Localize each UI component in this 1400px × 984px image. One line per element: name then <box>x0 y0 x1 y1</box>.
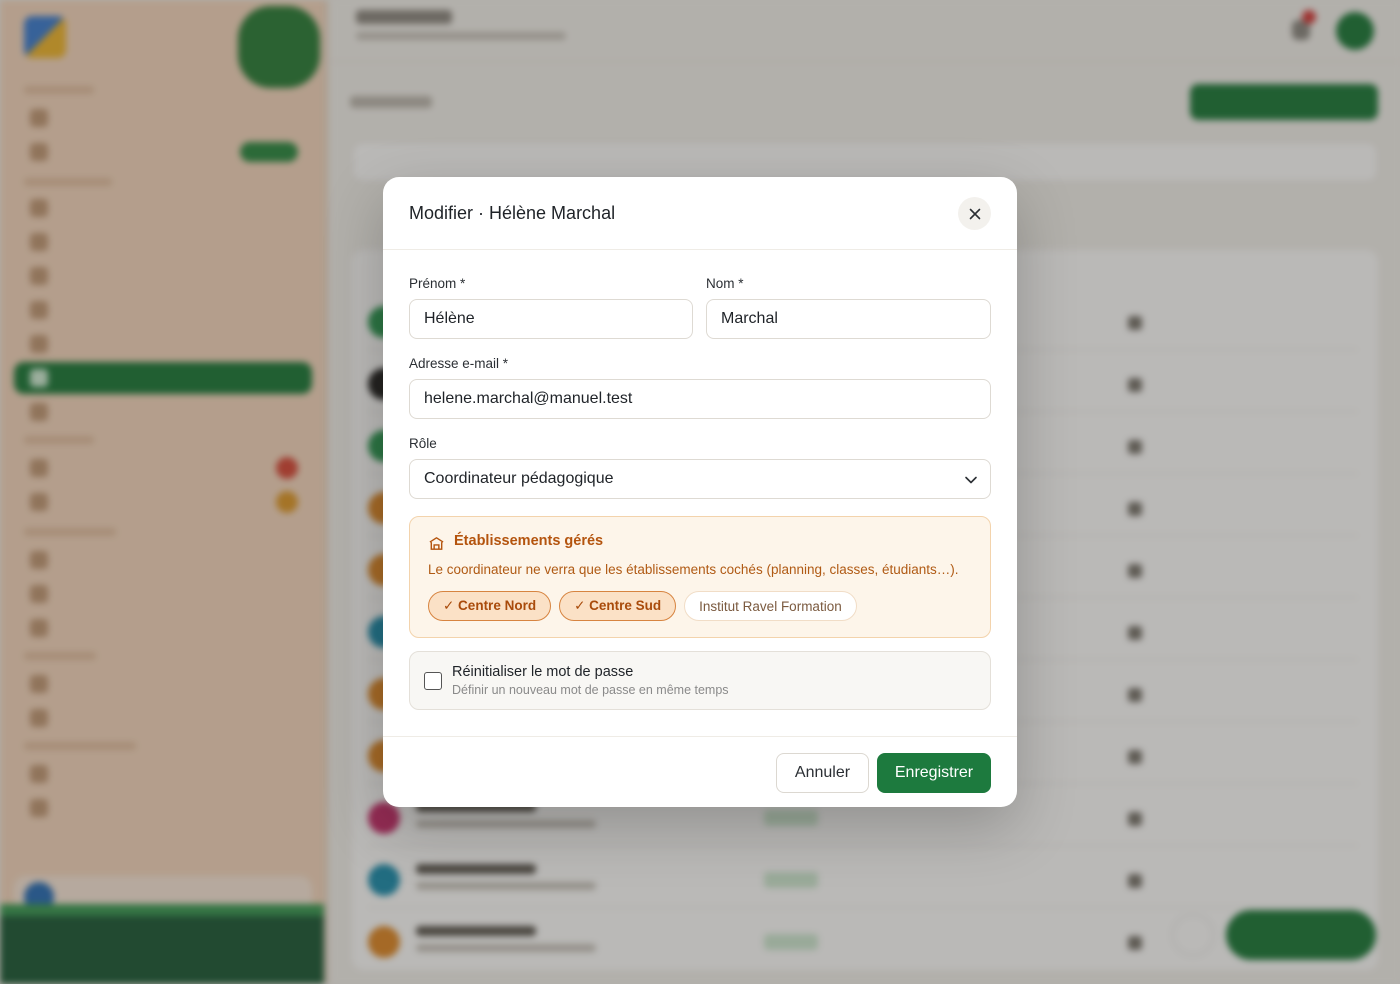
chip-centre-sud[interactable]: ✓ Centre Sud <box>559 591 677 621</box>
reset-password-title: Réinitialiser le mot de passe <box>452 664 634 680</box>
chip-institut-ravel-formation[interactable]: Institut Ravel Formation <box>684 591 857 621</box>
role-select-value: Coordinateur pédagogique <box>424 470 614 487</box>
close-button[interactable] <box>958 197 991 230</box>
chip-centre-nord[interactable]: ✓ Centre Nord <box>428 591 552 621</box>
reset-password-subtitle: Définir un nouveau mot de passe en même … <box>452 683 729 697</box>
close-icon <box>969 208 980 219</box>
cancel-button[interactable]: Annuler <box>776 753 869 793</box>
edit-user-modal: Modifier · Hélène Marchal Prénom * Nom *… <box>383 177 1017 807</box>
building-icon <box>429 537 444 550</box>
email-label: Adresse e-mail * <box>409 356 509 371</box>
save-button[interactable]: Enregistrer <box>877 753 991 793</box>
establishments-title: Établissements gérés <box>454 533 604 549</box>
chevron-down-icon <box>965 476 977 484</box>
firstname-label: Prénom * <box>409 276 466 291</box>
role-select[interactable]: Coordinateur pédagogique <box>409 459 991 499</box>
reset-password-option[interactable]: Réinitialiser le mot de passe Définir un… <box>409 651 991 710</box>
establishments-description: Le coordinateur ne verra que les établis… <box>428 562 959 577</box>
modal-footer: Annuler Enregistrer <box>383 736 1017 807</box>
lastname-label: Nom * <box>706 276 744 291</box>
establishments-panel: Établissements gérés Le coordinateur ne … <box>409 516 991 638</box>
lastname-field[interactable] <box>706 299 991 339</box>
role-label: Rôle <box>409 436 437 451</box>
email-field[interactable] <box>409 379 991 419</box>
modal-title: Modifier · Hélène Marchal <box>409 202 616 223</box>
reset-password-checkbox[interactable] <box>424 672 442 690</box>
establishment-chips: ✓ Centre Nord ✓ Centre Sud Institut Rave… <box>428 591 857 621</box>
firstname-field[interactable] <box>409 299 693 339</box>
modal-header: Modifier · Hélène Marchal <box>383 177 1017 250</box>
